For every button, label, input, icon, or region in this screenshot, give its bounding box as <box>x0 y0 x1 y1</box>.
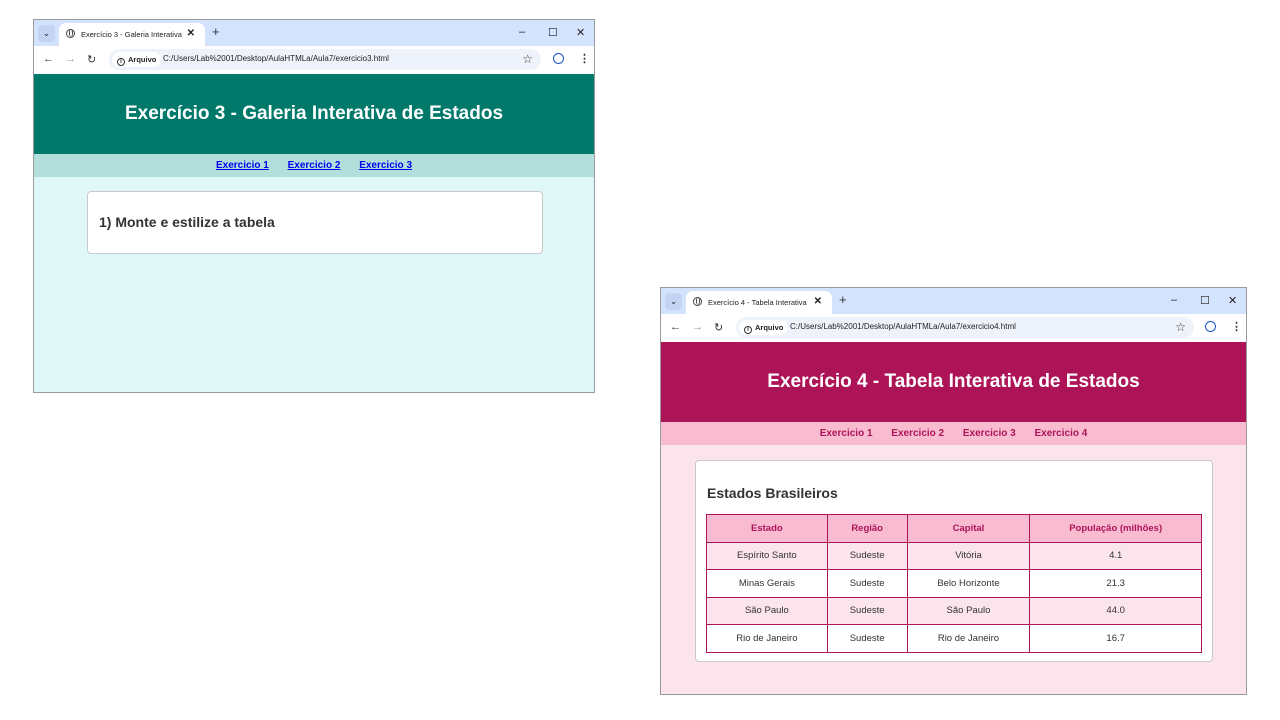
nav-link-exercicio1[interactable]: Exercicio 1 <box>820 428 873 439</box>
cell-capital: Rio de Janeiro <box>906 624 1031 653</box>
minimize-icon[interactable]: – <box>519 26 525 38</box>
cell-regiao: Sudeste <box>826 541 908 570</box>
cell-estado: Rio de Janeiro <box>706 624 828 653</box>
column-header-regiao: Região <box>826 514 908 543</box>
nav-link-exercicio2[interactable]: Exercicio 2 <box>288 160 341 171</box>
browser-tab-exercicio4[interactable]: Exercício 4 - Tabela Interativa ✕ <box>686 291 832 314</box>
info-icon: i <box>744 326 752 334</box>
chevron-down-icon[interactable]: ⌄ <box>665 293 682 310</box>
globe-icon <box>693 297 702 306</box>
url-text[interactable]: C:/Users/Lab%2001/Desktop/AulaHTMLa/Aula… <box>790 322 1016 331</box>
cell-populacao: 21.3 <box>1029 569 1202 598</box>
reload-icon[interactable]: ↻ <box>714 321 723 334</box>
cell-populacao: 4.1 <box>1029 541 1202 570</box>
close-icon[interactable]: ✕ <box>814 296 822 307</box>
cell-estado: Espírito Santo <box>706 541 828 570</box>
nav-bar: Exercicio 1 Exercicio 2 Exercicio 3 Exer… <box>661 422 1246 445</box>
table-header-row: Estado Região Capital População (milhões… <box>706 514 1202 543</box>
maximize-icon[interactable]: ☐ <box>1200 294 1210 307</box>
tab-title: Exercício 3 - Galeria Interativa <box>81 30 182 39</box>
page-content: Exercício 4 - Tabela Interativa de Estad… <box>661 342 1246 694</box>
profile-icon[interactable] <box>553 53 564 64</box>
info-icon: i <box>117 58 125 66</box>
arrow-left-icon[interactable]: ← <box>670 321 681 333</box>
card-heading: Estados Brasileiros <box>707 485 838 501</box>
browser-window-exercicio3: ⌄ Exercício 3 - Galeria Interativa ✕ + –… <box>33 19 595 393</box>
url-text[interactable]: C:/Users/Lab%2001/Desktop/AulaHTMLa/Aula… <box>163 54 389 63</box>
tab-title: Exercício 4 - Tabela Interativa <box>708 298 807 307</box>
tab-strip: ⌄ Exercício 3 - Galeria Interativa ✕ + –… <box>34 20 594 46</box>
column-header-estado: Estado <box>706 514 828 543</box>
maximize-icon[interactable]: ☐ <box>548 26 558 39</box>
nav-link-exercicio3[interactable]: Exercicio 3 <box>963 428 1016 439</box>
close-icon[interactable]: ✕ <box>1228 294 1237 307</box>
cell-estado: Minas Gerais <box>706 569 828 598</box>
chevron-down-icon[interactable]: ⌄ <box>38 25 55 42</box>
cell-regiao: Sudeste <box>826 569 908 598</box>
tab-strip: ⌄ Exercício 4 - Tabela Interativa ✕ + – … <box>661 288 1246 314</box>
nav-link-exercicio3[interactable]: Exercicio 3 <box>359 160 412 171</box>
page-header: Exercício 4 - Tabela Interativa de Estad… <box>661 342 1246 422</box>
states-table: Estado Região Capital População (milhões… <box>706 514 1202 653</box>
content-card: 1) Monte e estilize a tabela <box>87 191 543 254</box>
chip-label: Arquivo <box>755 323 784 332</box>
browser-toolbar: ← → ↻ i Arquivo C:/Users/Lab%2001/Desktop… <box>661 314 1246 342</box>
cell-populacao: 44.0 <box>1029 596 1202 625</box>
table-row[interactable]: Minas Gerais Sudeste Belo Horizonte 21.3 <box>706 569 1202 598</box>
cell-regiao: Sudeste <box>826 624 908 653</box>
content-card: Estados Brasileiros Estado Região Capita… <box>695 460 1213 662</box>
plus-icon[interactable]: + <box>839 292 847 307</box>
star-icon[interactable]: ☆ <box>1175 320 1186 334</box>
column-header-capital: Capital <box>906 514 1031 543</box>
page-content: Exercício 3 - Galeria Interativa de Esta… <box>34 74 594 392</box>
globe-icon <box>66 29 75 38</box>
nav-link-exercicio2[interactable]: Exercicio 2 <box>891 428 944 439</box>
plus-icon[interactable]: + <box>212 24 220 39</box>
card-heading: 1) Monte e estilize a tabela <box>99 214 275 230</box>
arrow-left-icon[interactable]: ← <box>43 53 54 65</box>
kebab-menu-icon[interactable]: ⋮ <box>579 52 590 65</box>
arrow-right-icon[interactable]: → <box>65 53 76 65</box>
table-row[interactable]: São Paulo Sudeste São Paulo 44.0 <box>706 596 1202 625</box>
browser-window-exercicio4: ⌄ Exercício 4 - Tabela Interativa ✕ + – … <box>660 287 1247 695</box>
address-bar[interactable]: i Arquivo C:/Users/Lab%2001/Desktop/AulaH… <box>109 49 541 70</box>
site-info-chip[interactable]: i Arquivo <box>112 52 162 67</box>
table-row[interactable]: Espírito Santo Sudeste Vitória 4.1 <box>706 541 1202 570</box>
kebab-menu-icon[interactable]: ⋮ <box>1231 320 1242 333</box>
site-info-chip[interactable]: i Arquivo <box>739 320 789 335</box>
arrow-right-icon[interactable]: → <box>692 321 703 333</box>
reload-icon[interactable]: ↻ <box>87 53 96 66</box>
table-row[interactable]: Rio de Janeiro Sudeste Rio de Janeiro 16… <box>706 624 1202 653</box>
column-header-populacao: População (milhões) <box>1029 514 1202 543</box>
close-icon[interactable]: ✕ <box>576 26 585 39</box>
cell-populacao: 16.7 <box>1029 624 1202 653</box>
nav-link-exercicio1[interactable]: Exercicio 1 <box>216 160 269 171</box>
address-bar[interactable]: i Arquivo C:/Users/Lab%2001/Desktop/AulaH… <box>736 317 1194 338</box>
minimize-icon[interactable]: – <box>1171 294 1177 306</box>
star-icon[interactable]: ☆ <box>522 52 533 66</box>
profile-icon[interactable] <box>1205 321 1216 332</box>
browser-tab-exercicio3[interactable]: Exercício 3 - Galeria Interativa ✕ <box>59 23 205 46</box>
page-header: Exercício 3 - Galeria Interativa de Esta… <box>34 74 594 154</box>
chip-label: Arquivo <box>128 55 157 64</box>
cell-regiao: Sudeste <box>826 596 908 625</box>
close-icon[interactable]: ✕ <box>187 28 195 39</box>
browser-toolbar: ← → ↻ i Arquivo C:/Users/Lab%2001/Desktop… <box>34 46 594 74</box>
nav-bar: Exercicio 1 Exercicio 2 Exercicio 3 <box>34 154 594 177</box>
cell-estado: São Paulo <box>706 596 828 625</box>
cell-capital: Belo Horizonte <box>906 569 1031 598</box>
cell-capital: Vitória <box>906 541 1031 570</box>
nav-link-exercicio4[interactable]: Exercicio 4 <box>1034 428 1087 439</box>
cell-capital: São Paulo <box>906 596 1031 625</box>
